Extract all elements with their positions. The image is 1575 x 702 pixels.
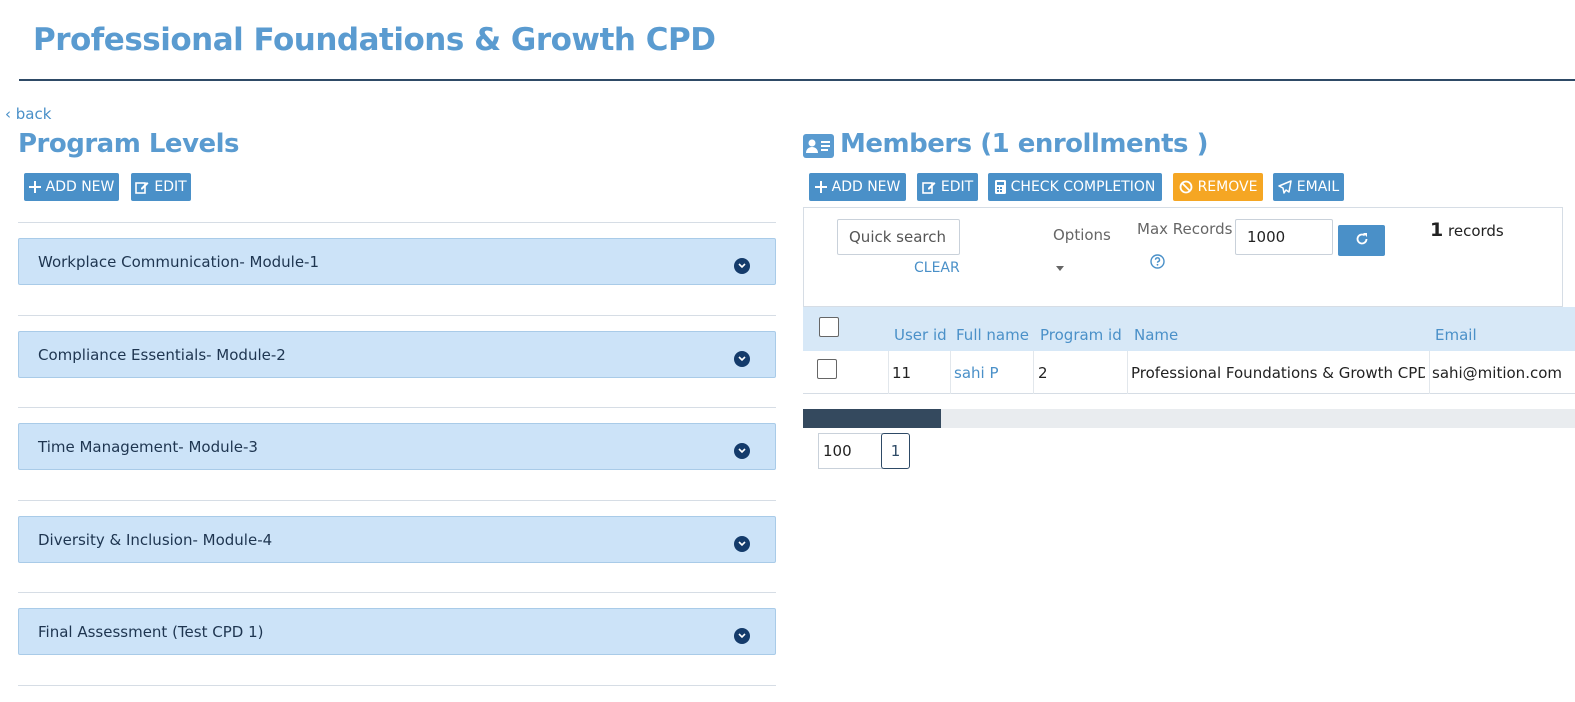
- ban-icon: [1179, 180, 1193, 194]
- page-button-current[interactable]: 1: [881, 433, 910, 469]
- record-count: 1 records: [1430, 219, 1504, 241]
- chevron-down-icon[interactable]: [734, 628, 750, 644]
- options-label: Options: [1053, 226, 1111, 244]
- module-divider: [18, 315, 776, 316]
- page-title: Professional Foundations & Growth CPD: [33, 22, 716, 58]
- clear-link[interactable]: CLEAR: [914, 260, 960, 276]
- module-label: Compliance Essentials- Module-2: [38, 345, 286, 364]
- max-records-input[interactable]: [1235, 219, 1333, 255]
- plus-icon: [28, 181, 41, 193]
- program-levels-title: Program Levels: [18, 129, 240, 159]
- cell-full-name-link[interactable]: sahi P: [954, 364, 999, 382]
- column-header-user-id[interactable]: User id: [894, 326, 947, 344]
- column-header-name[interactable]: Name: [1134, 326, 1178, 344]
- cell-email: sahi@mition.com: [1432, 364, 1562, 382]
- edit-icon: [135, 180, 149, 194]
- quick-search-input[interactable]: [837, 219, 960, 255]
- cell-program-id: 2: [1038, 364, 1048, 382]
- options-dropdown[interactable]: Options: [1053, 226, 1111, 244]
- scrollbar-thumb[interactable]: [803, 409, 941, 428]
- module-label: Final Assessment (Test CPD 1): [38, 622, 264, 641]
- module-label: Workplace Communication- Module-1: [38, 252, 320, 271]
- module-divider: [18, 500, 776, 501]
- program-edit-button[interactable]: EDIT: [131, 173, 191, 201]
- email-button[interactable]: EMAIL: [1273, 173, 1344, 201]
- chevron-down-icon[interactable]: [734, 258, 750, 274]
- title-divider: [19, 79, 1575, 81]
- column-header-program-id[interactable]: Program id: [1040, 326, 1122, 344]
- column-divider: [1127, 351, 1128, 394]
- max-records-label: Max Records: [1137, 220, 1233, 238]
- program-add-new-button[interactable]: ADD NEW: [24, 173, 119, 201]
- chevron-down-icon[interactable]: [734, 443, 750, 459]
- members-title: Members (1 enrollments ): [840, 129, 1208, 159]
- column-divider: [888, 351, 889, 394]
- back-label: back: [15, 105, 52, 123]
- calculator-icon: [994, 180, 1006, 194]
- paper-plane-icon: [1278, 180, 1292, 194]
- column-divider: [1033, 351, 1034, 394]
- refresh-icon: [1355, 231, 1369, 250]
- cell-name: Professional Foundations & Growth CPD: [1131, 364, 1425, 382]
- module-accordion-5[interactable]: Final Assessment (Test CPD 1): [18, 608, 776, 655]
- module-divider: [18, 592, 776, 593]
- module-accordion-1[interactable]: Workplace Communication- Module-1: [18, 238, 776, 285]
- page-size-input[interactable]: 100: [818, 433, 883, 469]
- back-link[interactable]: ‹ back: [5, 105, 51, 123]
- module-divider: [18, 685, 776, 686]
- edit-icon: [922, 180, 936, 194]
- id-card-icon: [803, 134, 834, 162]
- chevron-down-icon[interactable]: [734, 536, 750, 552]
- remove-button[interactable]: REMOVE: [1173, 173, 1263, 201]
- caret-down-icon[interactable]: [1056, 256, 1064, 275]
- members-add-new-button[interactable]: ADD NEW: [809, 173, 906, 201]
- cell-user-id: 11: [892, 364, 912, 382]
- plus-icon: [814, 181, 827, 193]
- members-edit-button[interactable]: EDIT: [917, 173, 978, 201]
- column-divider: [950, 351, 951, 394]
- module-divider: [18, 222, 776, 223]
- select-all-checkbox[interactable]: [819, 317, 839, 337]
- module-accordion-2[interactable]: Compliance Essentials- Module-2: [18, 331, 776, 378]
- chevron-left-icon: ‹: [5, 105, 11, 123]
- module-label: Diversity & Inclusion- Module-4: [38, 530, 273, 549]
- column-divider: [1429, 351, 1430, 394]
- chevron-down-icon[interactable]: [734, 351, 750, 367]
- module-accordion-4[interactable]: Diversity & Inclusion- Module-4: [18, 516, 776, 563]
- column-header-email[interactable]: Email: [1435, 326, 1477, 344]
- module-accordion-3[interactable]: Time Management- Module-3: [18, 423, 776, 470]
- check-completion-button[interactable]: CHECK COMPLETION: [988, 173, 1162, 201]
- module-divider: [18, 407, 776, 408]
- question-circle-icon[interactable]: [1150, 254, 1165, 273]
- row-checkbox[interactable]: [817, 359, 837, 379]
- column-header-full-name[interactable]: Full name: [956, 326, 1029, 344]
- refresh-button[interactable]: [1338, 225, 1385, 256]
- module-label: Time Management- Module-3: [38, 437, 258, 456]
